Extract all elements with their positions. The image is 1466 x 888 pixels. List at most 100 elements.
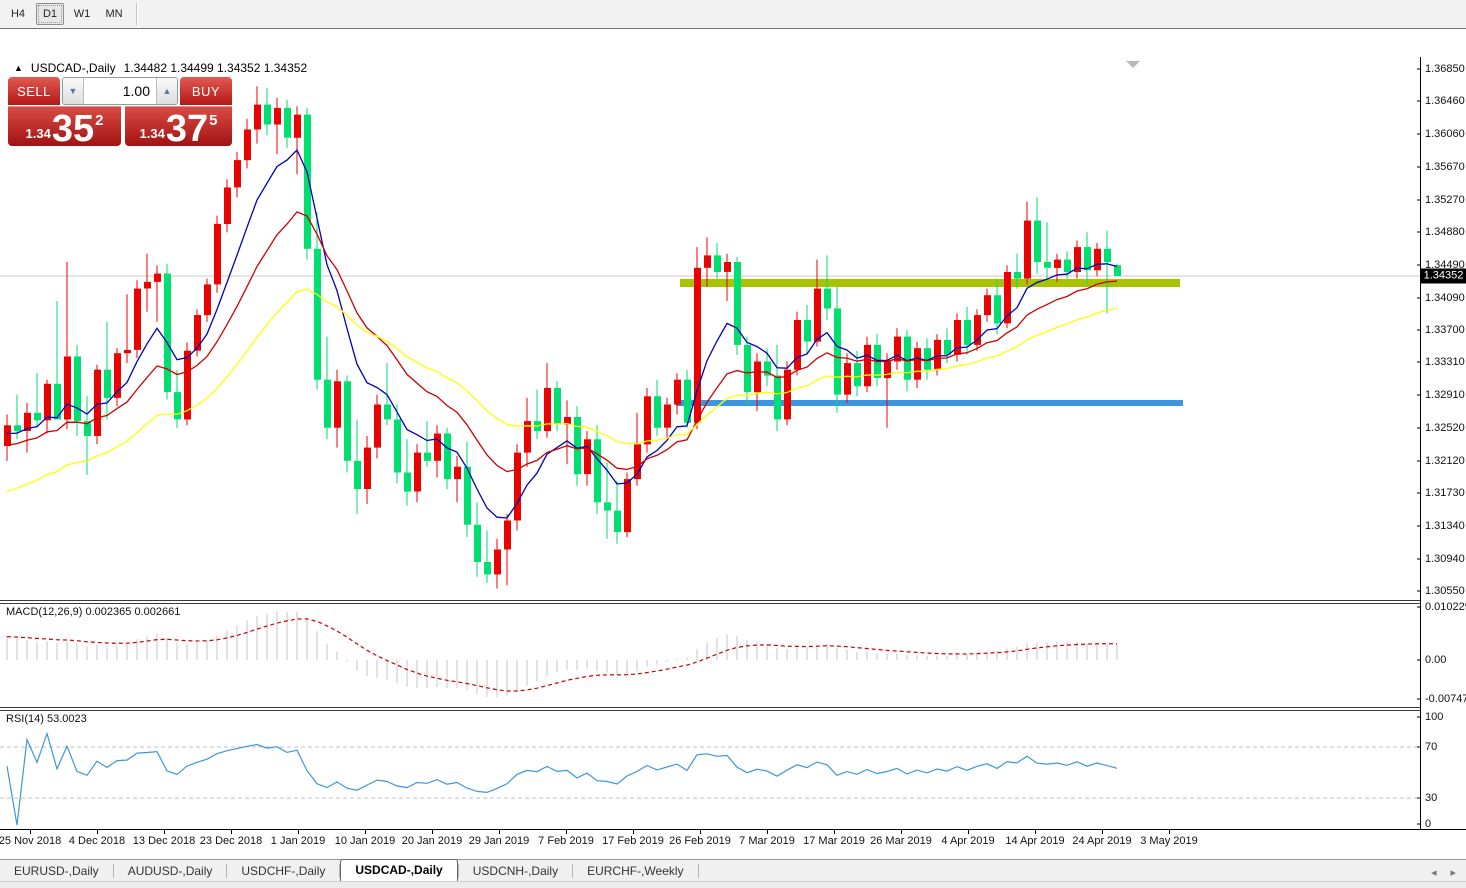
date-label: 20 Jan 2019 (402, 835, 463, 847)
date-label: 7 Mar 2019 (739, 835, 795, 847)
date-label: 23 Dec 2018 (200, 835, 262, 847)
date-label: 29 Jan 2019 (469, 835, 530, 847)
date-tick (1102, 830, 1103, 834)
date-label: 1 Jan 2019 (271, 835, 325, 847)
buy-button[interactable]: BUY (180, 77, 232, 105)
price-axis-label: 1.31340 (1425, 520, 1465, 532)
macd-signal-line (7, 619, 1117, 691)
date-tick (901, 830, 902, 834)
date-tick (1035, 830, 1036, 834)
axis-tick (1417, 698, 1421, 699)
sell-price-pip: 2 (95, 112, 103, 129)
axis-tick (1417, 395, 1421, 396)
axis-tick (1417, 199, 1421, 200)
axis-tick (1417, 134, 1421, 135)
price-axis[interactable]: 1.368501.364601.360601.356701.352701.348… (1421, 57, 1466, 829)
tabs-scroll-left-icon[interactable]: ◂ (1431, 866, 1437, 879)
chart-tab-bar: EURUSD-,DailyAUDUSD-,DailyUSDCHF-,DailyU… (0, 859, 1466, 882)
chart-ohlc: 1.34482 1.34499 1.34352 1.34352 (124, 61, 308, 75)
axis-tick (1417, 264, 1421, 265)
collapse-panel-icon[interactable]: ▲ (14, 63, 23, 73)
rsi-axis-label: 100 (1425, 711, 1443, 723)
axis-tick (1417, 297, 1421, 298)
date-label: 17 Feb 2019 (602, 835, 664, 847)
resistance-trendline[interactable] (680, 279, 1180, 287)
date-label: 14 Apr 2019 (1005, 835, 1064, 847)
date-tick (566, 830, 567, 834)
axis-tick (1417, 824, 1421, 825)
date-tick (164, 830, 165, 834)
price-axis-label: 1.35270 (1425, 194, 1465, 206)
tab-separator (698, 864, 699, 878)
price-axis-label: 1.35670 (1425, 161, 1465, 173)
sell-price-button[interactable]: 1.34 35 2 (8, 106, 121, 146)
timeframe-toolbar: H4D1W1MN (0, 0, 1466, 29)
buy-price-button[interactable]: 1.34 37 5 (125, 106, 232, 146)
chart-shift-icon[interactable] (1126, 61, 1140, 68)
macd-axis-label: 0.010229 (1425, 601, 1466, 613)
axis-tick (1417, 590, 1421, 591)
price-axis-label: 1.34090 (1425, 292, 1465, 304)
chart-tab-usdcad[interactable]: USDCAD-,Daily (340, 859, 457, 883)
axis-tick (1417, 747, 1421, 748)
date-tick (231, 830, 232, 834)
axis-tick (1417, 717, 1421, 718)
date-tick (298, 830, 299, 834)
candlesticks (4, 86, 1121, 588)
panel-separator[interactable] (0, 710, 1466, 711)
axis-tick (1417, 69, 1421, 70)
sell-price-big: 35 (52, 114, 94, 144)
volume-down-icon[interactable]: ▼ (63, 78, 84, 104)
chart-title: USDCAD-,Daily (31, 61, 116, 75)
price-axis-label: 1.31730 (1425, 487, 1465, 499)
timeframe-button-d1[interactable]: D1 (36, 3, 64, 25)
panel-separator[interactable] (0, 603, 1466, 604)
chart-tab-usdchf[interactable]: USDCHF-,Daily (227, 861, 339, 882)
date-tick (633, 830, 634, 834)
price-axis-label: 1.34880 (1425, 226, 1465, 238)
date-tick (1169, 830, 1170, 834)
date-label: 26 Mar 2019 (870, 835, 932, 847)
volume-input[interactable]: 1.00 (84, 78, 156, 104)
chart-tab-audusd[interactable]: AUDUSD-,Daily (114, 861, 227, 882)
date-label: 26 Feb 2019 (669, 835, 731, 847)
axis-tick (1417, 493, 1421, 494)
axis-tick (1417, 427, 1421, 428)
toolbar-separator (136, 3, 138, 25)
timeframe-button-w1[interactable]: W1 (68, 3, 96, 25)
axis-tick (1417, 660, 1421, 661)
timeframe-button-h4[interactable]: H4 (4, 3, 32, 25)
axis-tick (1417, 798, 1421, 799)
date-tick (700, 830, 701, 834)
price-axis-label: 1.36460 (1425, 95, 1465, 107)
chart-tab-eurchf[interactable]: EURCHF-,Weekly (573, 861, 697, 882)
macd-indicator[interactable] (0, 604, 1420, 707)
date-label: 24 Apr 2019 (1072, 835, 1131, 847)
buy-price-pip: 5 (209, 112, 217, 129)
price-axis-label: 1.32520 (1425, 422, 1465, 434)
date-tick (30, 830, 31, 834)
date-label: 17 Mar 2019 (803, 835, 865, 847)
date-tick (432, 830, 433, 834)
chart-tab-eurusd[interactable]: EURUSD-,Daily (0, 861, 113, 882)
timeframe-button-mn[interactable]: MN (100, 3, 128, 25)
date-tick (968, 830, 969, 834)
date-axis[interactable]: 25 Nov 20184 Dec 201813 Dec 201823 Dec 2… (0, 829, 1466, 860)
tabs-scroll-right-icon[interactable]: ▸ (1450, 866, 1456, 879)
panel-separator[interactable] (0, 707, 1466, 708)
axis-tick (1417, 460, 1421, 461)
axis-tick (1417, 232, 1421, 233)
chart-tab-usdcnh[interactable]: USDCNH-,Daily (459, 861, 572, 882)
date-label: 3 May 2019 (1140, 835, 1197, 847)
price-axis-label: 1.32910 (1425, 389, 1465, 401)
panel-separator[interactable] (0, 600, 1466, 601)
volume-up-icon[interactable]: ▲ (156, 78, 177, 104)
sell-button[interactable]: SELL (8, 77, 60, 105)
support-trendline[interactable] (676, 400, 1183, 406)
rsi-indicator[interactable] (0, 711, 1420, 829)
date-tick (365, 830, 366, 834)
ma-fast-line (7, 150, 1117, 518)
macd-axis-label: 0.00 (1425, 654, 1446, 666)
sell-price-base: 1.34 (26, 126, 51, 141)
axis-tick (1417, 525, 1421, 526)
